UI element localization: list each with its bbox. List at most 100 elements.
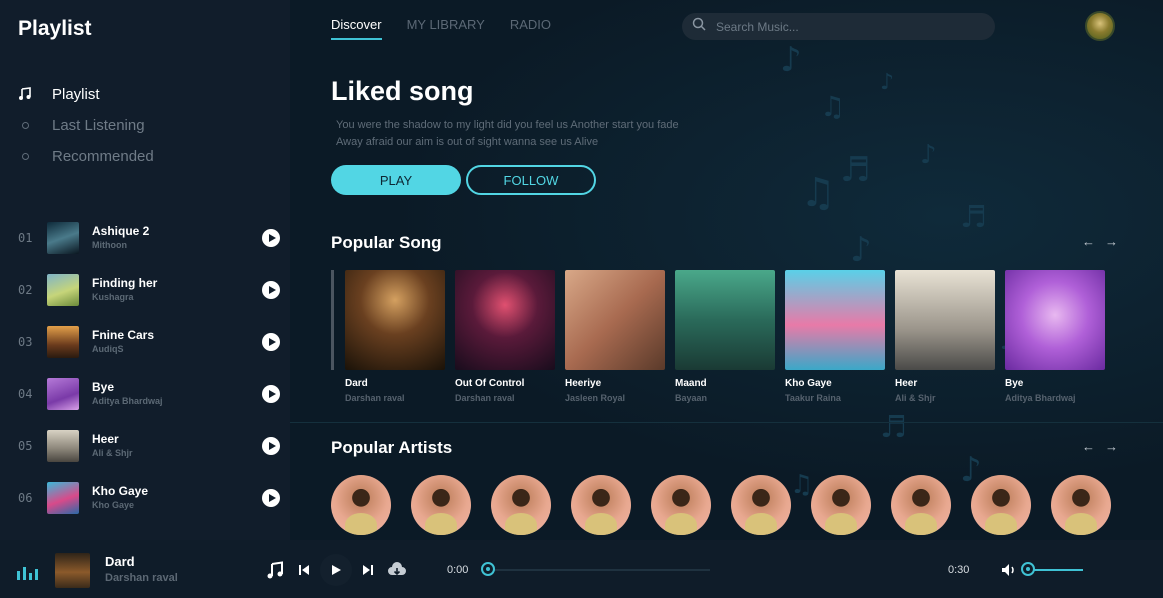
album-cover [565,270,665,370]
play-icon[interactable] [262,437,280,455]
track-number: 03 [18,335,33,349]
artist-avatar[interactable] [811,475,871,535]
section-title-popular-artists: Popular Artists [331,438,453,457]
hero-description-line: You were the shadow to my light did you … [336,119,679,131]
volume-fill [1028,569,1083,571]
artist-avatar[interactable] [971,475,1031,535]
artist-avatar[interactable] [331,475,391,535]
nav-label: Playlist [52,85,100,103]
track-thumbnail [47,430,79,462]
circle-icon [18,118,32,132]
track-title: Finding her [92,276,158,290]
nav-item-playlist[interactable]: Playlist [18,83,100,105]
hero-description-line: Away afraid our aim is out of sight wann… [336,136,599,148]
song-artist: Ali & Shjr [895,393,936,403]
track-title: Heer [92,432,119,446]
nav-item-last-listening[interactable]: Last Listening [18,114,145,136]
track-artist: Kushagra [92,292,134,302]
circle-icon [18,149,32,163]
follow-button[interactable]: FOLLOW [466,165,596,195]
sidebar: Playlist Playlist Last Listening Recomme… [0,0,290,540]
track-number: 02 [18,283,33,297]
track-row[interactable]: 03 Fnine Cars AudiqS [18,324,280,360]
track-row[interactable]: 02 Finding her Kushagra [18,272,280,308]
song-title: Dard [345,378,368,389]
song-artist: Darshan raval [455,393,515,403]
song-card[interactable]: Out Of Control Darshan raval [455,270,555,403]
song-card[interactable]: Heeriye Jasleen Royal [565,270,665,403]
play-pause-button[interactable] [320,554,352,586]
song-title: Maand [675,378,707,389]
play-icon[interactable] [262,385,280,403]
arrow-left-icon[interactable]: ← [1082,234,1095,249]
volume-icon[interactable] [1000,560,1018,580]
song-title: Bye [1005,378,1024,389]
play-button[interactable]: PLAY [331,165,461,195]
search-input[interactable] [716,19,976,34]
top-tabs: Discover MY LIBRARY RADIO [331,17,576,40]
arrow-right-icon[interactable]: → [1105,234,1118,249]
volume-bar[interactable] [1028,569,1083,571]
main-content: ♪♫ ♪♬ ♫♪ ♬♪ ♫♪ ♬♪ ♫♪ Discover MY LIBRARY… [290,0,1163,540]
track-artist: Aditya Bhardwaj [92,396,163,406]
tab-discover[interactable]: Discover [331,17,382,40]
album-cover [1005,270,1105,370]
arrow-right-icon[interactable]: → [1105,439,1118,454]
song-card[interactable]: Kho Gaye Taakur Raina [785,270,885,403]
artist-avatar[interactable] [731,475,791,535]
artist-avatar[interactable] [411,475,471,535]
track-row[interactable]: 04 Bye Aditya Bhardwaj [18,376,280,412]
elapsed-time: 0:00 [447,564,469,576]
popular-artists-nav: ← → [1082,439,1118,454]
track-thumbnail [47,482,79,514]
tab-radio[interactable]: RADIO [510,17,551,40]
artist-avatar[interactable] [571,475,631,535]
album-cover [895,270,995,370]
song-artist: Darshan raval [345,393,405,403]
song-title: Out Of Control [455,378,525,389]
track-number: 04 [18,387,33,401]
nav-label: Recommended [52,147,154,165]
tab-my-library[interactable]: MY LIBRARY [407,17,485,40]
track-artist: Kho Gaye [92,500,135,510]
song-card[interactable]: Heer Ali & Shjr [895,270,995,403]
play-icon[interactable] [262,281,280,299]
song-card[interactable]: Bye Aditya Bhardwaj [1005,270,1105,403]
play-icon[interactable] [262,333,280,351]
music-note-icon [18,87,32,101]
track-thumbnail [47,274,79,306]
album-cover [675,270,775,370]
play-icon[interactable] [262,489,280,507]
section-title-popular-song: Popular Song [331,233,442,252]
song-card[interactable]: Maand Bayaan [675,270,775,403]
progress-handle[interactable] [481,562,495,576]
track-row[interactable]: 01 Ashique 2 Mithoon [18,220,280,256]
artist-avatar[interactable] [891,475,951,535]
section-divider [290,422,1163,423]
nav-item-recommended[interactable]: Recommended [18,145,154,167]
search-box [682,13,995,40]
play-icon[interactable] [262,229,280,247]
artist-avatar[interactable] [651,475,711,535]
duration-time: 0:30 [948,564,970,576]
page-title: Liked song [331,76,474,106]
next-icon[interactable] [360,560,376,580]
song-card[interactable]: Dard Darshan raval [345,270,445,403]
music-note-icon[interactable] [265,560,285,580]
volume-handle[interactable] [1021,562,1035,576]
popular-artists-list [331,475,1111,535]
arrow-left-icon[interactable]: ← [1082,439,1095,454]
track-title: Fnine Cars [92,328,155,342]
previous-icon[interactable] [296,560,312,580]
now-playing-artist: Darshan raval [105,572,178,584]
track-row[interactable]: 05 Heer Ali & Shjr [18,428,280,464]
artist-avatar[interactable] [1051,475,1111,535]
progress-bar[interactable] [488,569,710,571]
cloud-download-icon[interactable] [386,560,408,580]
track-number: 01 [18,231,33,245]
track-artist: AudiqS [92,344,124,354]
artist-avatar[interactable] [491,475,551,535]
track-row[interactable]: 06 Kho Gaye Kho Gaye [18,480,280,516]
app-title: Playlist [18,17,92,40]
user-avatar[interactable] [1085,11,1115,41]
